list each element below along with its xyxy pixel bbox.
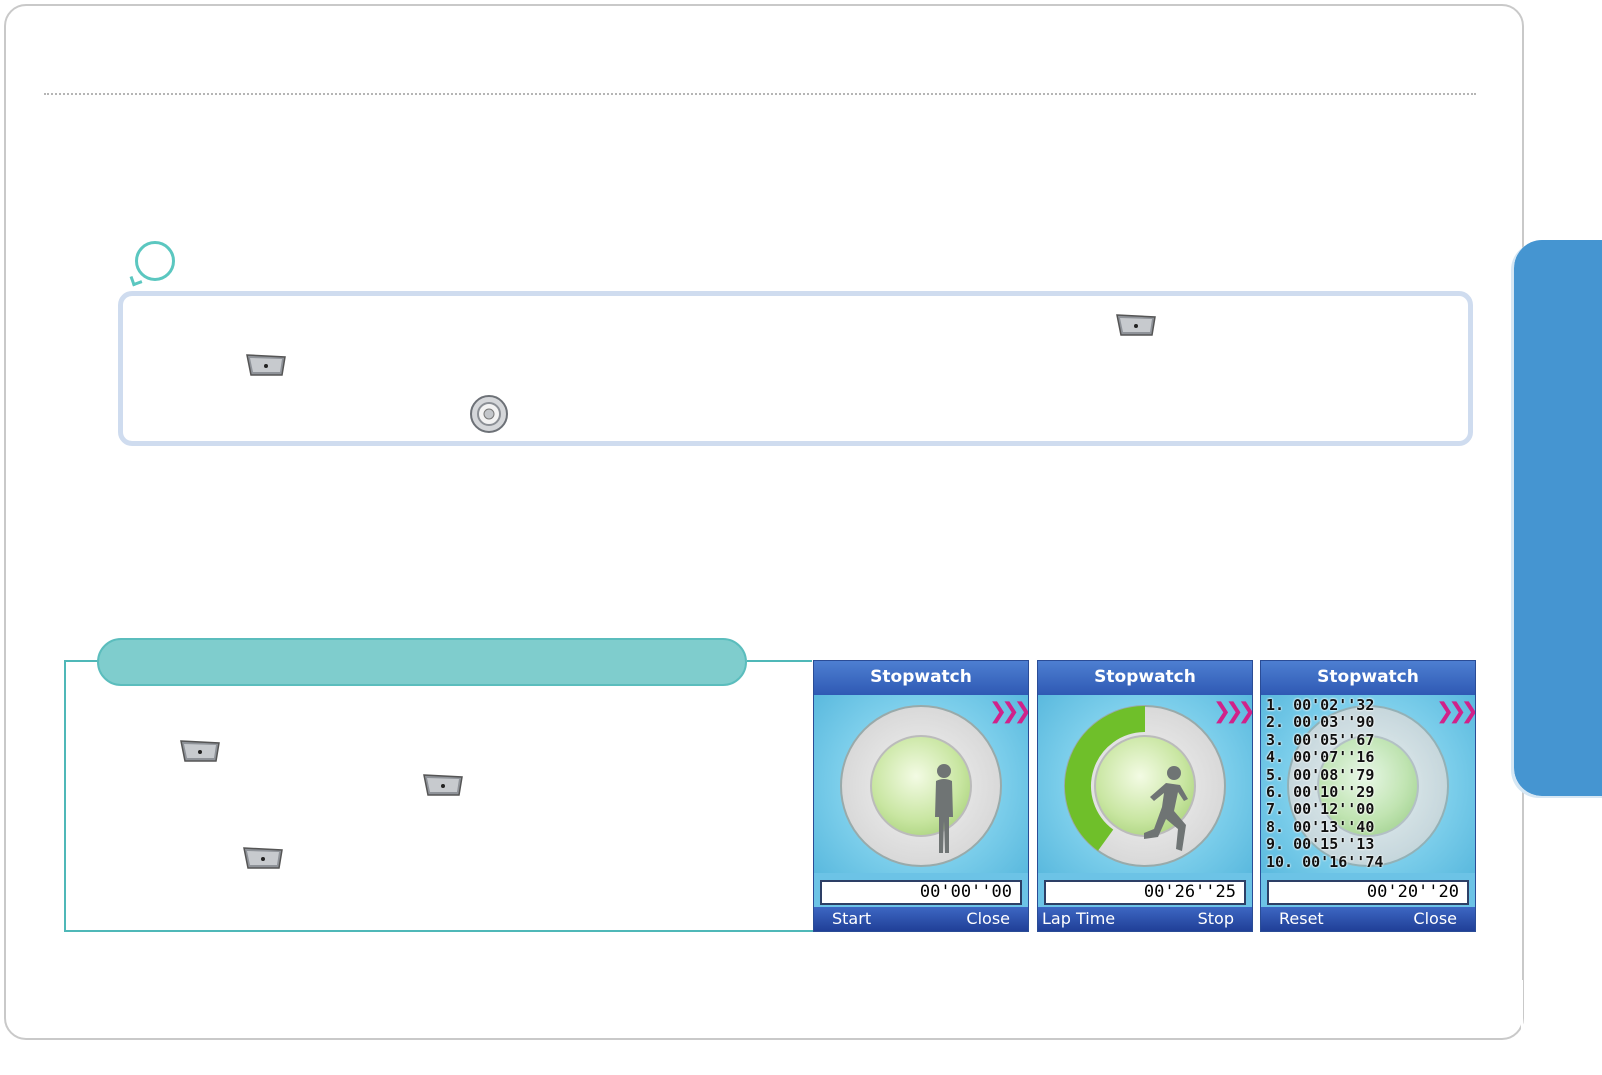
section-heading-pill	[97, 638, 747, 686]
stopwatch-screen-laps: Stopwatch ❯❯❯ 1. 00'02''32 2. 00'03''90 …	[1260, 660, 1476, 932]
lap-time-item: 2. 00'03''90	[1266, 713, 1375, 732]
left-softkey-label[interactable]: Reset	[1279, 907, 1324, 931]
standing-figure-icon	[935, 764, 953, 853]
frame-gap	[1350, 1036, 1490, 1038]
lap-time-item: 8. 00'13''40	[1266, 817, 1375, 836]
softkey-button-icon	[423, 774, 463, 796]
lap-times-list: 1. 00'02''32 2. 00'03''90 3. 00'05''67 4…	[1266, 696, 1384, 871]
elapsed-time-display: 00'26''25	[1044, 880, 1246, 905]
navigation-key-icon	[470, 395, 508, 433]
lap-time-item: 7. 00'12''00	[1266, 800, 1375, 819]
screen-body: ❯❯❯	[1038, 695, 1252, 873]
softkey-bar: Reset Close	[1261, 907, 1475, 931]
running-figure-icon	[1144, 766, 1188, 851]
softkey-button-icon	[180, 740, 220, 762]
header-dotted-rule	[44, 93, 1476, 95]
left-softkey-label[interactable]: Start	[832, 907, 871, 931]
frame-gap-right	[1521, 980, 1523, 1038]
screen-title: Stopwatch	[1038, 661, 1252, 695]
dial-center	[1094, 735, 1196, 851]
lap-time-item: 3. 00'05''67	[1266, 730, 1375, 749]
softkey-button-icon	[1116, 314, 1156, 336]
stopwatch-screen-running: Stopwatch ❯❯❯ 00'26''25 Lap Time Stop	[1037, 660, 1253, 932]
chapter-side-tab	[1514, 240, 1602, 796]
note-bubble-icon	[135, 241, 175, 281]
section-connector-right	[747, 660, 812, 662]
lap-time-item: 9. 00'15''13	[1266, 835, 1375, 854]
lap-time-item: 10. 00'16''74	[1266, 852, 1384, 871]
softkey-bar: Lap Time Stop	[1038, 907, 1252, 931]
left-softkey-label[interactable]: Lap Time	[1042, 907, 1115, 931]
note-box	[118, 291, 1473, 446]
chevron-arrows-icon: ❯❯❯	[1435, 699, 1475, 724]
dial-center	[870, 735, 972, 853]
right-softkey-label[interactable]: Close	[966, 907, 1010, 931]
stopwatch-screen-start: Stopwatch ❯❯❯ 00'00''00 Start Close	[813, 660, 1029, 932]
right-softkey-label[interactable]: Close	[1413, 907, 1457, 931]
screen-title: Stopwatch	[814, 661, 1028, 695]
stopwatch-dial	[1064, 705, 1226, 867]
lap-time-item: 6. 00'10''29	[1266, 783, 1375, 802]
chevron-arrows-icon: ❯❯❯	[988, 699, 1028, 724]
screen-body: ❯❯❯	[814, 695, 1028, 873]
section-border-bottom	[64, 930, 814, 932]
lap-time-item: 1. 00'02''32	[1266, 696, 1375, 714]
softkey-bar: Start Close	[814, 907, 1028, 931]
softkey-button-icon	[243, 847, 283, 869]
softkey-button-icon	[246, 354, 286, 376]
lap-time-item: 4. 00'07''16	[1266, 748, 1375, 767]
elapsed-time-display: 00'20''20	[1267, 880, 1469, 905]
stopwatch-dial	[840, 705, 1002, 867]
section-connector-left	[65, 660, 99, 662]
right-softkey-label[interactable]: Stop	[1198, 907, 1234, 931]
section-border-left	[64, 660, 66, 932]
lap-time-item: 5. 00'08''79	[1266, 765, 1375, 784]
elapsed-time-display: 00'00''00	[820, 880, 1022, 905]
screen-title: Stopwatch	[1261, 661, 1475, 695]
